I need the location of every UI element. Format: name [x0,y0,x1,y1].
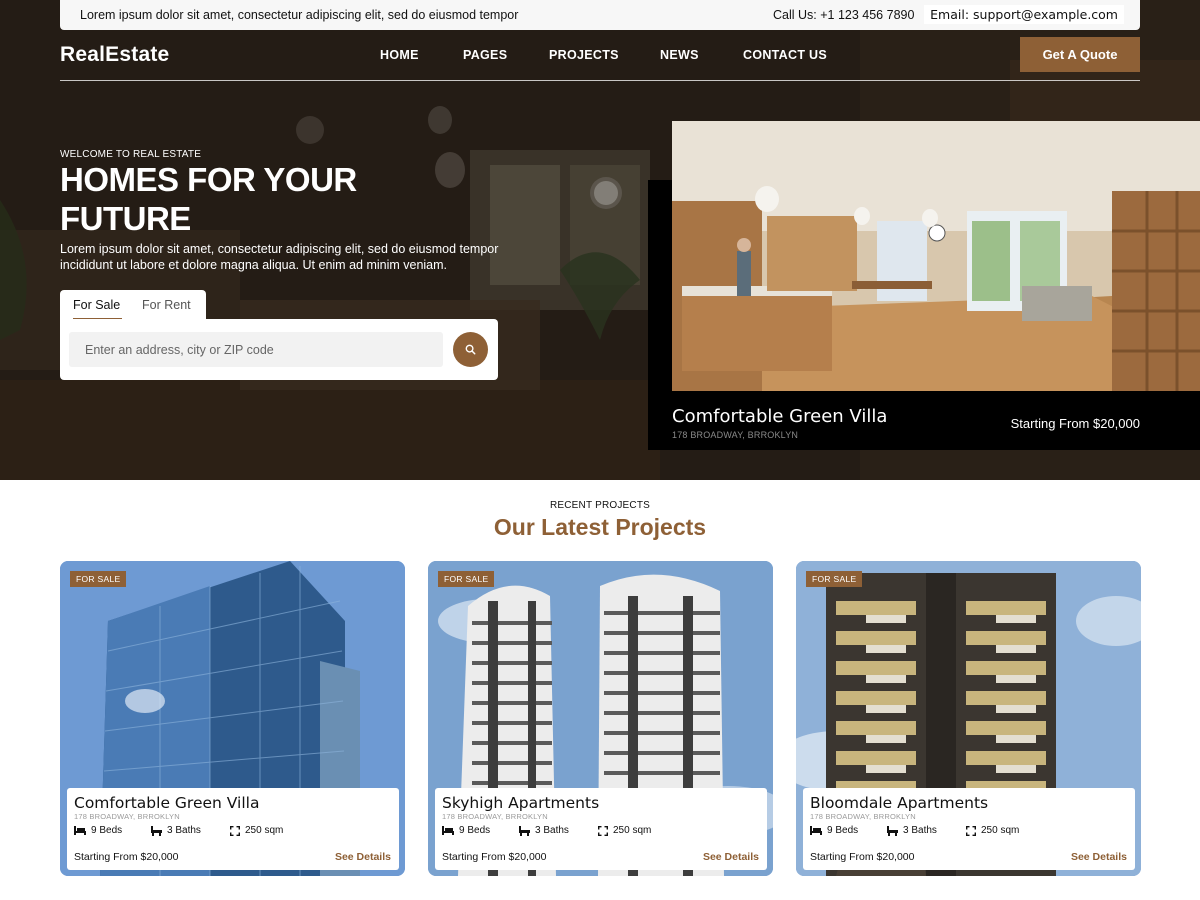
baths-label: 3 Baths [167,825,201,836]
search-tabs: For Sale For Rent [60,290,206,320]
beds-label: 9 Beds [459,825,491,836]
bed-icon [442,826,454,835]
project-area: 250 sqm [966,825,1019,836]
status-badge: FOR SALE [438,571,495,587]
projects-title: Our Latest Projects [493,514,707,540]
featured-property-title[interactable]: Comfortable Green Villa [672,406,887,427]
project-baths: 3 Baths [519,825,598,836]
project-area: 250 sqm [598,825,651,836]
search-panel [60,319,498,380]
area-label: 250 sqm [245,825,284,836]
project-baths: 3 Baths [151,825,230,836]
status-badge: FOR SALE [70,571,127,587]
nav-item-projects[interactable]: PROJECTS [549,48,619,62]
see-details-link[interactable]: See Details [703,851,759,863]
project-price: Starting From $20,000 [442,851,547,863]
featured-property-address: 178 BROADWAY, BRROKLYN [672,430,799,440]
nav-item-pages[interactable]: PAGES [463,48,507,62]
status-badge: FOR SALE [806,571,863,587]
baths-label: 3 Baths [535,825,569,836]
get-quote-button[interactable]: Get A Quote [1020,37,1140,72]
beds-label: 9 Beds [827,825,859,836]
project-features: 9 Beds 3 Baths 250 sqm [810,825,1019,836]
see-details-link[interactable]: See Details [335,851,391,863]
main-nav: RealEstate HOME PAGES PROJECTS NEWS CONT… [60,37,1140,81]
bath-icon [887,825,898,836]
bath-icon [151,825,162,836]
bath-icon [519,825,530,836]
nav-item-contact[interactable]: CONTACT US [743,48,827,62]
project-card[interactable]: FOR SALE Skyhigh Apartments 178 BROADWAY… [428,561,773,876]
topbar-email[interactable]: Email: support@example.com [924,5,1124,24]
project-title[interactable]: Comfortable Green Villa [74,794,259,812]
project-features: 9 Beds 3 Baths 250 sqm [74,825,283,836]
projects-eyebrow: RECENT PROJECTS [549,500,651,511]
tab-for-rent[interactable]: For Rent [142,290,191,320]
tab-for-sale[interactable]: For Sale [73,290,122,320]
topbar: Lorem ipsum dolor sit amet, consectetur … [60,0,1140,30]
project-info: Bloomdale Apartments 178 BROADWAY, BRROK… [803,788,1135,870]
project-beds: 9 Beds [810,825,887,836]
project-title[interactable]: Skyhigh Apartments [442,794,599,812]
see-details-link[interactable]: See Details [1071,851,1127,863]
hero-section: Lorem ipsum dolor sit amet, consectetur … [0,0,1200,480]
site-logo[interactable]: RealEstate [60,43,169,67]
project-address: 178 BROADWAY, BRROKLYN [810,812,916,821]
area-icon [966,825,976,836]
baths-label: 3 Baths [903,825,937,836]
interior-photo [672,121,1200,391]
project-info: Skyhigh Apartments 178 BROADWAY, BRROKLY… [435,788,767,870]
hero-eyebrow: WELCOME TO REAL ESTATE [60,149,202,160]
project-address: 178 BROADWAY, BRROKLYN [442,812,548,821]
project-baths: 3 Baths [887,825,966,836]
search-button[interactable] [453,332,488,367]
area-label: 250 sqm [981,825,1020,836]
bed-icon [74,826,86,835]
project-title[interactable]: Bloomdale Apartments [810,794,988,812]
project-card[interactable]: FOR SALE Comfortable Green Villa 178 BRO… [60,561,405,876]
project-beds: 9 Beds [442,825,519,836]
featured-property-image[interactable] [672,121,1200,391]
project-card[interactable]: FOR SALE Bloomdale Apartments 178 BROADW… [796,561,1141,876]
project-area: 250 sqm [230,825,283,836]
hero-description: Lorem ipsum dolor sit amet, consectetur … [60,242,499,272]
project-features: 9 Beds 3 Baths 250 sqm [442,825,651,836]
hero-title: HOMES FOR YOUR FUTURE [60,161,357,237]
area-label: 250 sqm [613,825,652,836]
search-input[interactable] [69,332,443,367]
search-icon [465,344,476,355]
topbar-phone[interactable]: Call Us: +1 123 456 7890 [773,8,914,22]
featured-property-price: Starting From $20,000 [1010,416,1140,431]
nav-item-home[interactable]: HOME [380,48,419,62]
nav-item-news[interactable]: NEWS [660,48,699,62]
topbar-tagline: Lorem ipsum dolor sit amet, consectetur … [80,8,519,22]
bed-icon [810,826,822,835]
project-info: Comfortable Green Villa 178 BROADWAY, BR… [67,788,399,870]
project-price: Starting From $20,000 [74,851,179,863]
area-icon [598,825,608,836]
project-price: Starting From $20,000 [810,851,915,863]
project-beds: 9 Beds [74,825,151,836]
project-address: 178 BROADWAY, BRROKLYN [74,812,180,821]
beds-label: 9 Beds [91,825,123,836]
area-icon [230,825,240,836]
